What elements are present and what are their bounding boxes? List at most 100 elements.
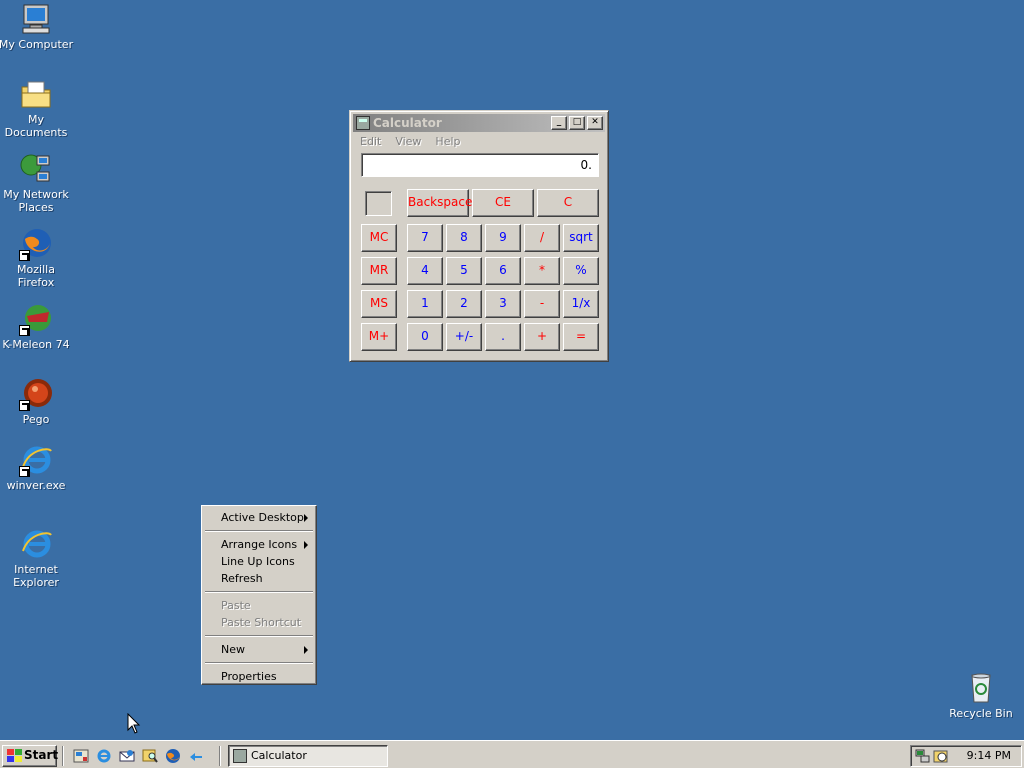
menu-item-label: Properties: [221, 670, 277, 683]
shortcut-arrow-icon: [19, 466, 30, 477]
menu-edit[interactable]: Edit: [353, 134, 388, 150]
taskbar-separator: [62, 746, 64, 766]
desktop-icon-internet-explorer[interactable]: Internet Explorer: [0, 527, 74, 589]
multiply-button[interactable]: *: [524, 257, 560, 285]
search-icon[interactable]: [142, 748, 158, 764]
calculator-display: 0.: [361, 153, 599, 177]
m-plus-button[interactable]: M+: [361, 323, 397, 351]
percent-button[interactable]: %: [563, 257, 599, 285]
taskbar-button-label: Calculator: [251, 749, 307, 762]
minimize-button[interactable]: _: [551, 116, 567, 130]
show-desktop-icon[interactable]: [73, 748, 89, 764]
menu-item-label: Paste: [221, 599, 251, 612]
recycle-bin-icon: [964, 671, 998, 705]
ie-icon: [19, 527, 53, 561]
desktop-icon-my-computer[interactable]: My Computer: [0, 2, 74, 51]
menu-separator: [205, 662, 313, 664]
calculator-icon: [356, 116, 370, 130]
start-button[interactable]: Start: [2, 745, 59, 767]
digit-3-button[interactable]: 3: [485, 290, 521, 318]
desktop-icon-label: Pego: [22, 413, 50, 426]
desktop-icon-label: Recycle Bin: [949, 707, 1013, 720]
digit-2-button[interactable]: 2: [446, 290, 482, 318]
menu-item-line-up-icons[interactable]: Line Up Icons: [204, 553, 314, 570]
c-button[interactable]: C: [537, 189, 599, 217]
calculator-icon: [233, 749, 247, 763]
menu-item-properties[interactable]: Properties: [204, 668, 314, 685]
digit-4-button[interactable]: 4: [407, 257, 443, 285]
desktop-icon-label: Mozilla Firefox: [17, 263, 55, 289]
clock[interactable]: 9:14 PM: [967, 746, 1011, 766]
firefox-icon[interactable]: [165, 748, 181, 764]
arrows-icon[interactable]: [188, 748, 204, 764]
close-button[interactable]: ✕: [587, 116, 603, 130]
maximize-button[interactable]: □: [569, 116, 585, 130]
digit-6-button[interactable]: 6: [485, 257, 521, 285]
desktop-icon-label: My Network Places: [3, 188, 69, 214]
digit-0-button[interactable]: 0: [407, 323, 443, 351]
menu-item-arrange-icons[interactable]: Arrange Icons: [204, 536, 314, 553]
folder-icon: [19, 77, 53, 111]
digit-7-button[interactable]: 7: [407, 224, 443, 252]
start-label: Start: [24, 748, 59, 762]
digit-9-button[interactable]: 9: [485, 224, 521, 252]
desktop-icon-mozilla-firefox[interactable]: Mozilla Firefox: [0, 227, 74, 289]
calculator-menubar: Edit View Help: [353, 134, 605, 150]
menu-item-label: Arrange Icons: [221, 538, 298, 551]
digit-5-button[interactable]: 5: [446, 257, 482, 285]
desktop-icon-label: My Computer: [0, 38, 74, 51]
shortcut-arrow-icon: [19, 250, 30, 261]
memory-indicator: [365, 191, 392, 216]
menu-item-refresh[interactable]: Refresh: [204, 570, 314, 587]
digit-1-button[interactable]: 1: [407, 290, 443, 318]
mr-button[interactable]: MR: [361, 257, 397, 285]
desktop-icon-label: My Documents: [4, 113, 68, 139]
scheduler-tray-icon[interactable]: [933, 748, 949, 764]
menu-help[interactable]: Help: [428, 134, 467, 150]
menu-view[interactable]: View: [388, 134, 428, 150]
menu-item-paste-shortcut: Paste Shortcut: [204, 614, 314, 631]
backspace-button[interactable]: Backspace: [407, 189, 472, 217]
decimal-button[interactable]: .: [485, 323, 521, 351]
network-tray-icon[interactable]: [915, 748, 931, 764]
computer-icon: [19, 2, 53, 36]
taskbar: Start Calculator 9:14 PM: [0, 740, 1024, 768]
subtract-button[interactable]: -: [524, 290, 560, 318]
desktop-icon-my-documents[interactable]: My Documents: [0, 77, 74, 139]
desktop-icon-my-network-places[interactable]: My Network Places: [0, 152, 74, 214]
shortcut-arrow-icon: [19, 325, 30, 336]
menu-item-paste: Paste: [204, 597, 314, 614]
desktop-icon-recycle-bin[interactable]: Recycle Bin: [943, 671, 1019, 720]
menu-separator: [205, 530, 313, 532]
menu-separator: [205, 635, 313, 637]
ie-icon: [19, 443, 53, 477]
calculator-titlebar[interactable]: Calculator _ □ ✕: [353, 114, 605, 132]
digit-8-button[interactable]: 8: [446, 224, 482, 252]
taskbar-button-calculator[interactable]: Calculator: [228, 745, 388, 767]
reciprocal-button[interactable]: 1/x: [563, 290, 599, 318]
desktop-icon-label: Internet Explorer: [13, 563, 59, 589]
menu-item-label: Paste Shortcut: [221, 616, 302, 629]
menu-item-new[interactable]: New: [204, 641, 314, 658]
mc-button[interactable]: MC: [361, 224, 397, 252]
menu-separator: [205, 591, 313, 593]
equals-button[interactable]: =: [563, 323, 599, 351]
ms-button[interactable]: MS: [361, 290, 397, 318]
window-title: Calculator: [373, 116, 442, 130]
pego-icon: [19, 377, 53, 411]
outlook-express-icon[interactable]: [119, 748, 135, 764]
menu-item-label: New: [221, 643, 245, 656]
desktop-icon-k-meleon[interactable]: K-Meleon 74: [0, 302, 74, 351]
add-button[interactable]: +: [524, 323, 560, 351]
internet-explorer-icon[interactable]: [96, 748, 112, 764]
menu-item-active-desktop[interactable]: Active Desktop: [204, 509, 314, 526]
desktop-icon-winver[interactable]: winver.exe: [0, 443, 74, 492]
windows-flag-icon: [7, 749, 22, 762]
sqrt-button[interactable]: sqrt: [563, 224, 599, 252]
desktop-icon-pego[interactable]: Pego: [0, 377, 74, 426]
firefox-icon: [19, 227, 53, 261]
plus-minus-button[interactable]: +/-: [446, 323, 482, 351]
ce-button[interactable]: CE: [472, 189, 534, 217]
divide-button[interactable]: /: [524, 224, 560, 252]
system-tray: 9:14 PM: [910, 745, 1022, 767]
